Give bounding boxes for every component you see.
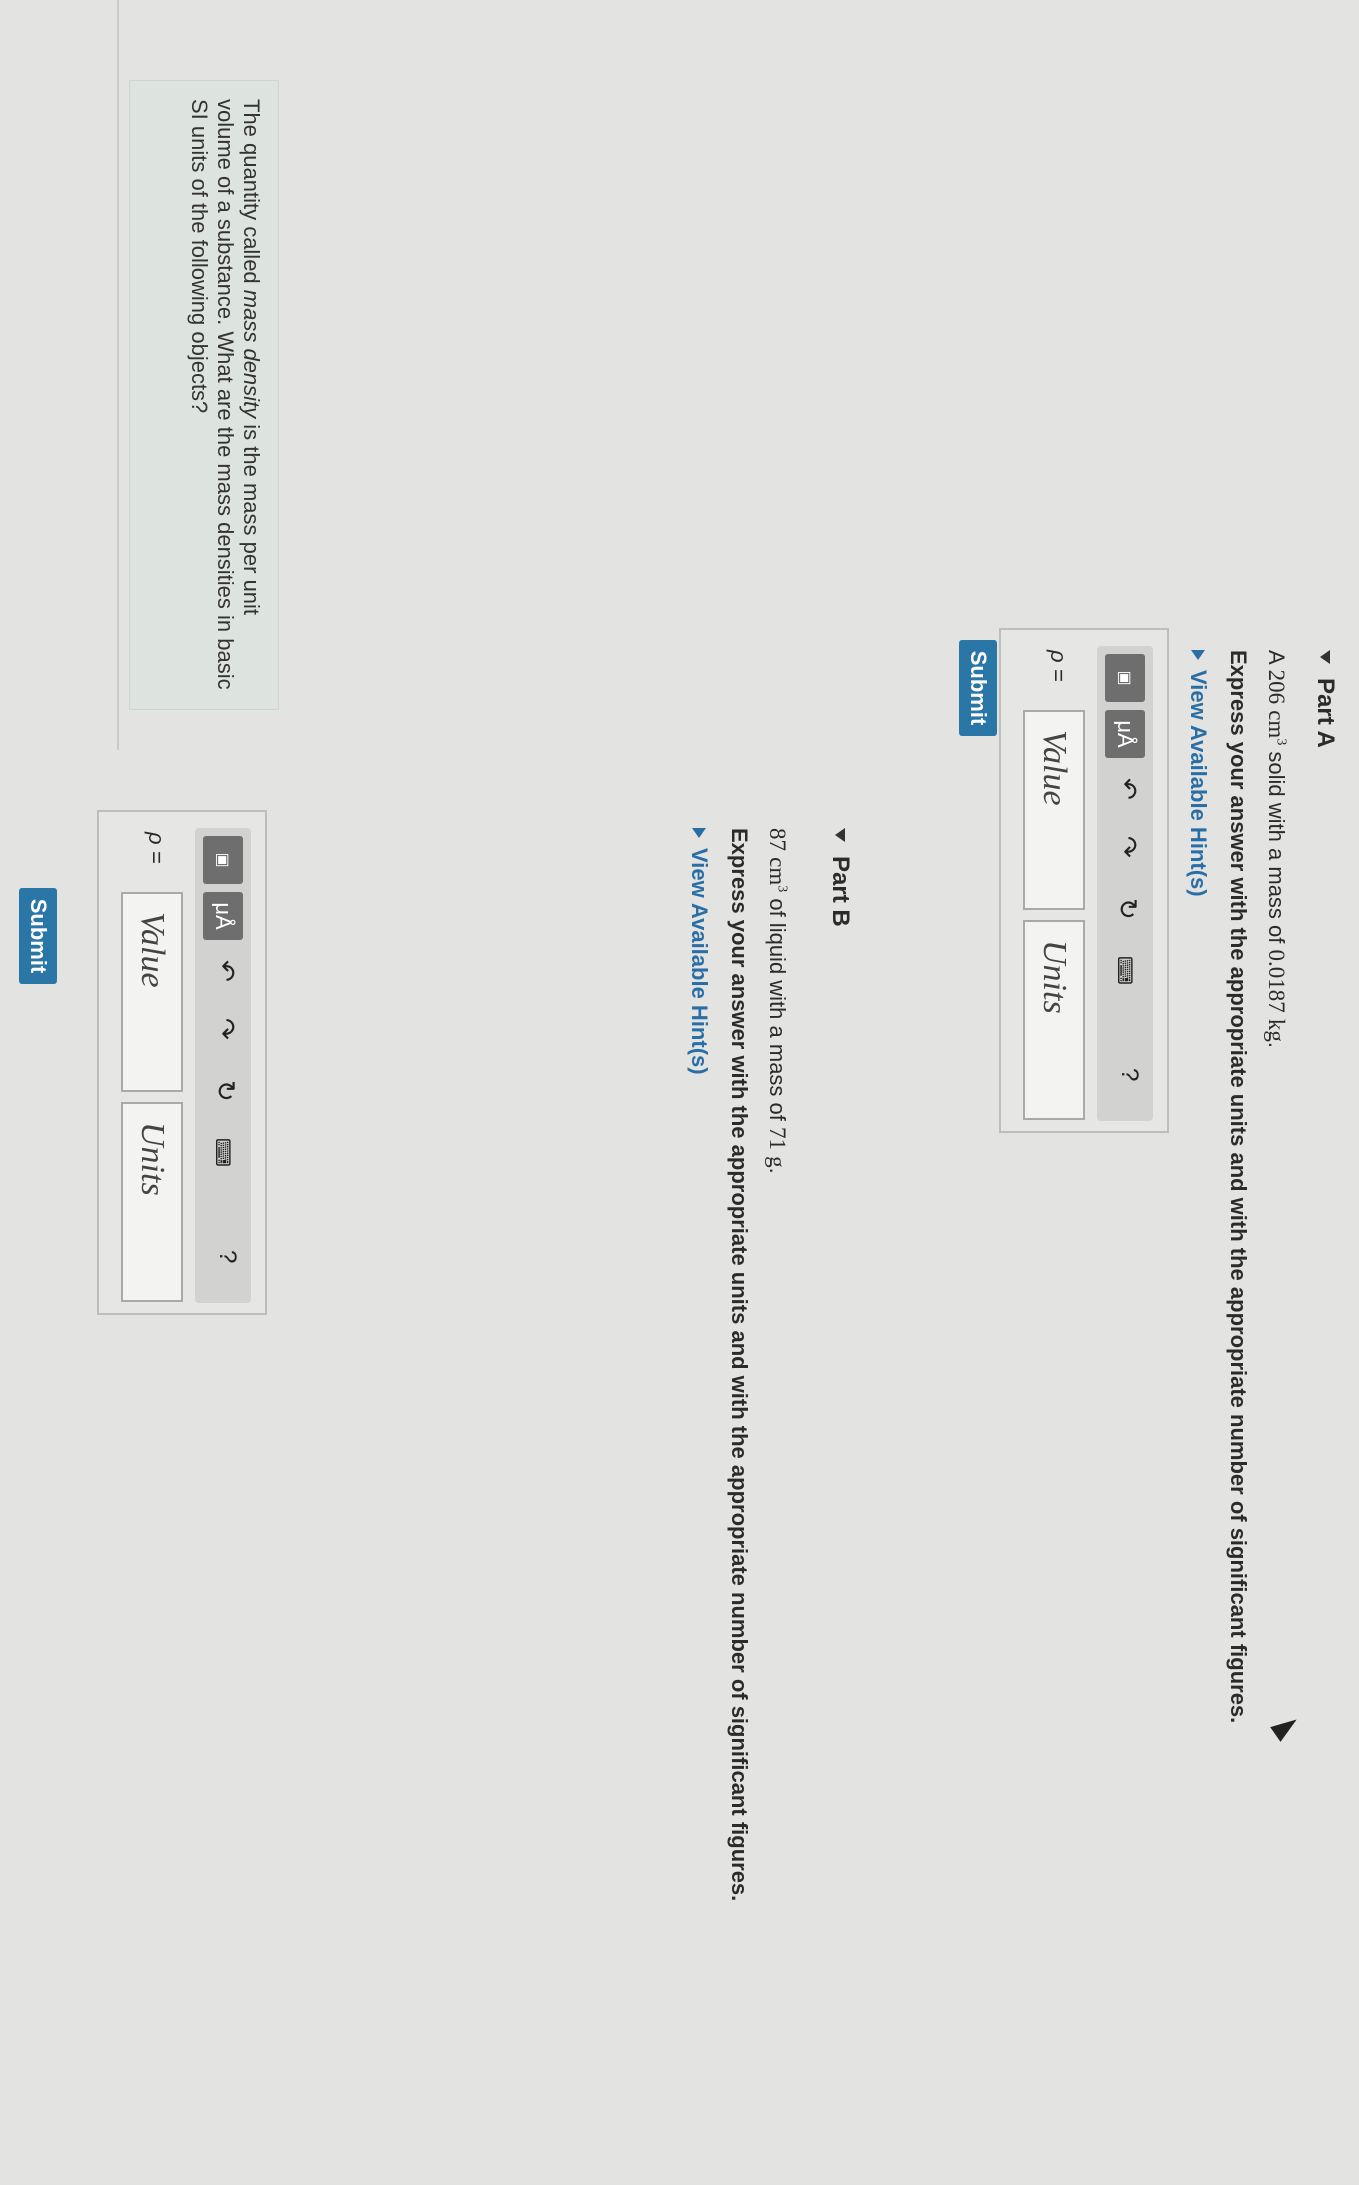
help-icon[interactable]: ?	[1115, 1068, 1143, 1081]
redo-icon[interactable]: ↷	[210, 1018, 241, 1040]
part-a-instruction: Express your answer with the appropriate…	[1226, 650, 1251, 1724]
part-b-hints-link[interactable]: View Available Hint(s)	[686, 828, 712, 1901]
expand-caret-icon	[692, 828, 706, 838]
keyboard-icon[interactable]: ⌨	[1112, 956, 1137, 985]
part-b-statement: 87 cm3 of liquid with a mass of 71 g.	[765, 828, 790, 1174]
units-icon[interactable]: μÅ	[1105, 710, 1145, 758]
rho-label: ρ =	[1046, 650, 1071, 682]
units-input[interactable]: Units	[121, 1102, 183, 1302]
part-a: Part A A 206 cm3 solid with a mass of 0.…	[1185, 650, 1339, 1723]
part-b-header[interactable]: Part B	[826, 828, 854, 1901]
part-a-title: Part A	[1312, 678, 1339, 748]
part-a-hints-link[interactable]: View Available Hint(s)	[1185, 650, 1211, 1723]
part-a-submit-button[interactable]: Submit	[959, 640, 997, 736]
rho-label: ρ =	[144, 832, 169, 864]
undo-icon[interactable]: ↶	[1112, 778, 1143, 800]
part-a-answer-box: ▣ μÅ ↶ ↷ ↻ ⌨ ? ρ = Value Units	[999, 628, 1169, 1133]
value-input[interactable]: Value	[1023, 710, 1085, 910]
part-a-header[interactable]: Part A	[1311, 650, 1339, 1723]
part-b-instruction: Express your answer with the appropriate…	[727, 828, 752, 1902]
help-icon[interactable]: ?	[213, 1250, 241, 1263]
collapse-caret-icon	[1320, 650, 1330, 664]
templates-icon[interactable]: ▣	[1105, 654, 1145, 702]
part-b: Part B 87 cm3 of liquid with a mass of 7…	[686, 828, 854, 1901]
redo-icon[interactable]: ↷	[1112, 836, 1143, 858]
math-toolbar: ▣ μÅ ↶ ↷ ↻ ⌨ ?	[195, 828, 251, 1303]
units-input[interactable]: Units	[1023, 920, 1085, 1120]
problem-intro: The quantity called mass density is the …	[129, 80, 279, 710]
reset-icon[interactable]: ↻	[1112, 898, 1143, 920]
units-icon[interactable]: μÅ	[203, 892, 243, 940]
collapse-caret-icon	[835, 828, 845, 842]
value-input[interactable]: Value	[121, 892, 183, 1092]
expand-caret-icon	[1191, 650, 1205, 660]
undo-icon[interactable]: ↶	[210, 960, 241, 982]
templates-icon[interactable]: ▣	[203, 836, 243, 884]
intro-term: mass density	[239, 289, 264, 419]
section-divider	[117, 0, 119, 750]
intro-text-start: The quantity called	[239, 99, 264, 290]
part-b-answer-box: ▣ μÅ ↶ ↷ ↻ ⌨ ? ρ = Value Units	[97, 810, 267, 1315]
math-toolbar: ▣ μÅ ↶ ↷ ↻ ⌨ ?	[1097, 646, 1153, 1121]
assignment-page: The quantity called mass density is the …	[0, 0, 1359, 2185]
reset-icon[interactable]: ↻	[210, 1080, 241, 1102]
part-a-statement: A 206 cm3 solid with a mass of 0.0187 kg…	[1264, 650, 1289, 1048]
part-b-submit-button[interactable]: Submit	[19, 888, 57, 984]
part-b-title: Part B	[827, 856, 854, 927]
keyboard-icon[interactable]: ⌨	[210, 1138, 235, 1167]
